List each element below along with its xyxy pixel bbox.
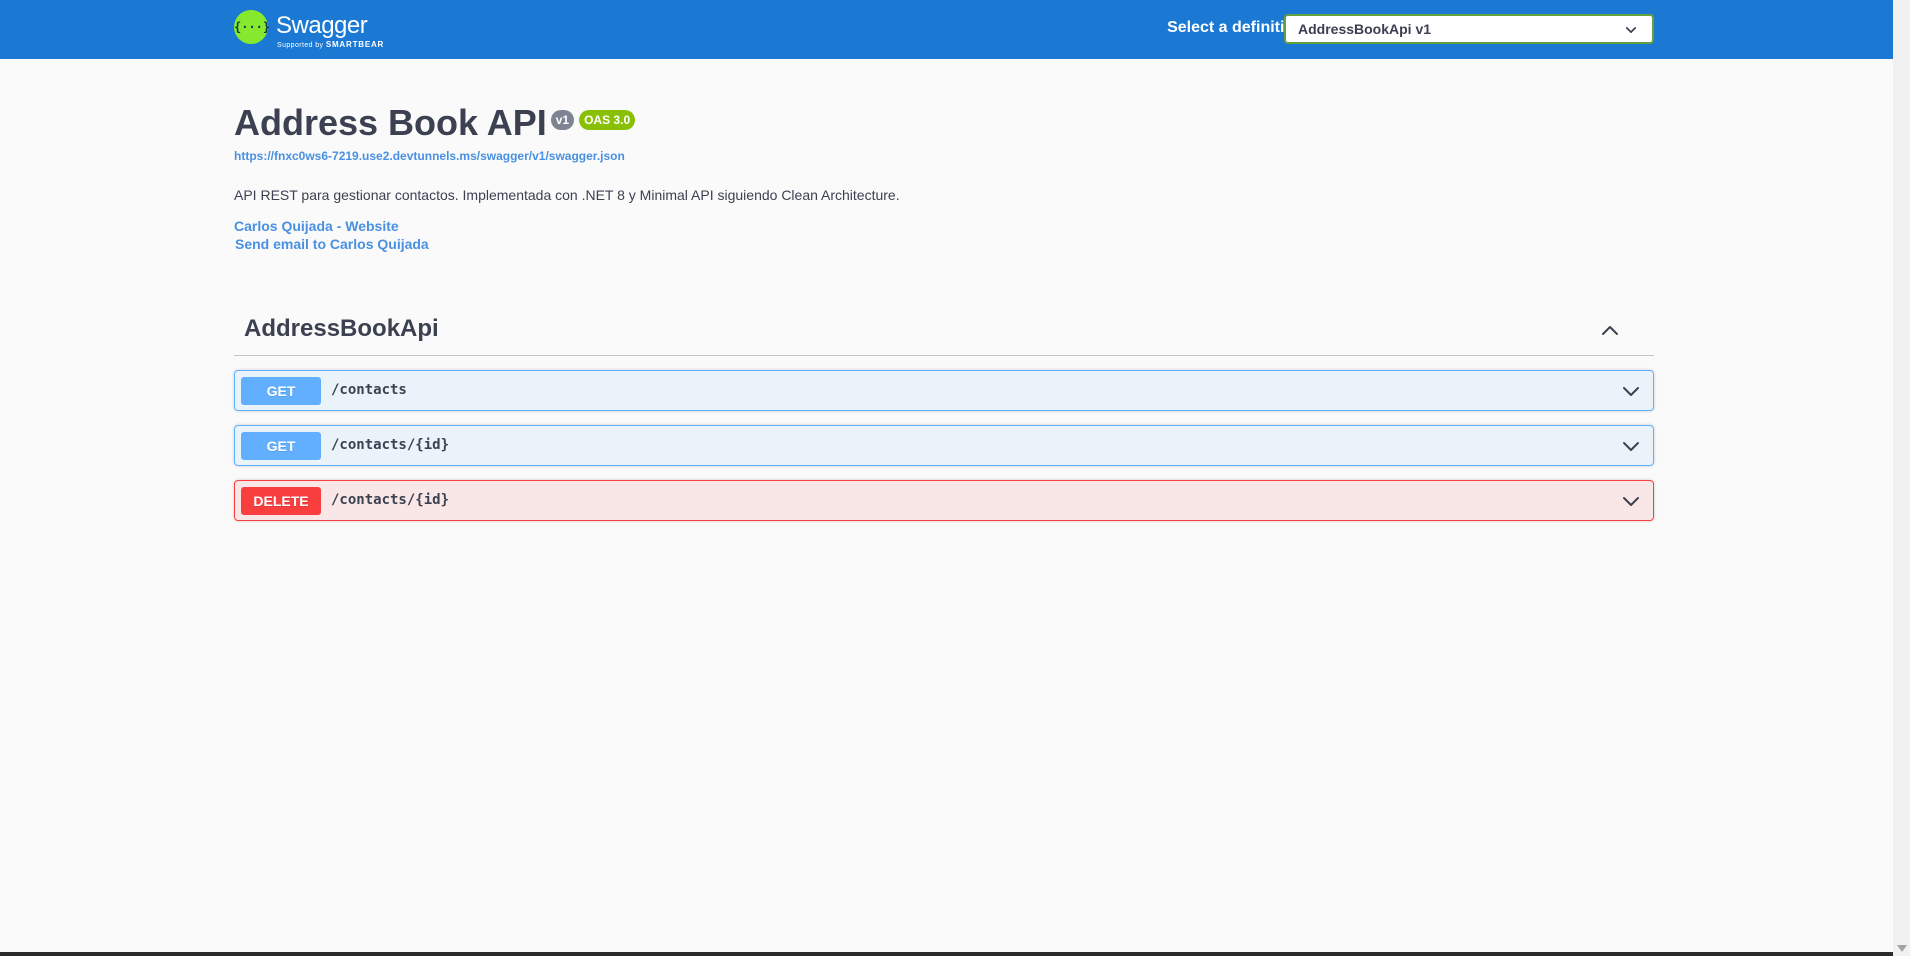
operation-path: /contacts [331,382,407,398]
tag-title: AddressBookApi [244,315,439,342]
api-info: Address Book API v1 OAS 3.0 https://fnxc… [234,100,1654,252]
method-badge: GET [241,377,321,405]
scroll-down-arrow-icon[interactable] [1897,945,1907,952]
page-title: Address Book API [234,102,547,143]
topbar-inner: {···} Swagger Supported by SMARTBEAR Sel… [234,0,1654,59]
api-description: API REST para gestionar contactos. Imple… [234,187,900,203]
topbar: {···} Swagger Supported by SMARTBEAR Sel… [0,0,1893,59]
method-badge: GET [241,432,321,460]
logo-sub-prefix: Supported by [277,42,324,49]
oas-badge: OAS 3.0 [579,110,636,130]
swagger-logo[interactable]: {···} Swagger Supported by SMARTBEAR [234,8,384,52]
version-badge: v1 [550,110,575,130]
window-bottom-edge [0,952,1893,956]
logo-sub-brand: SMARTBEAR [325,40,385,49]
operation-path: /contacts/{id} [331,437,450,453]
operation-get-contact-by-id[interactable]: GET /contacts/{id} [234,425,1654,466]
title-row: Address Book API v1 OAS 3.0 [234,100,1654,145]
chevron-down-icon[interactable] [1621,381,1641,401]
method-badge: DELETE [241,487,321,515]
definition-select-value: AddressBookApi v1 [1298,21,1432,37]
chevron-down-icon[interactable] [1621,436,1641,456]
spec-url-link[interactable]: https://fnxc0ws6-7219.use2.devtunnels.ms… [234,149,1654,163]
operation-path: /contacts/{id} [331,492,450,508]
tag-header[interactable]: AddressBookApi [234,309,1654,356]
logo-subtitle: Supported by SMARTBEAR [277,40,384,49]
contact-email-link[interactable]: Send email to Carlos Quijada [234,236,1654,252]
operation-get-contacts[interactable]: GET /contacts [234,370,1654,411]
swagger-logo-icon: {···} [234,10,270,44]
vertical-scrollbar[interactable] [1893,0,1910,956]
operation-delete-contact[interactable]: DELETE /contacts/{id} [234,480,1654,521]
chevron-up-icon[interactable] [1600,321,1620,341]
operations-tag-section: AddressBookApi GET /contacts GET /contac… [234,309,1654,521]
definition-select[interactable]: AddressBookApi v1 [1284,14,1654,44]
chevron-down-icon[interactable] [1621,491,1641,511]
logo-name: Swagger [276,12,368,39]
contact-website-link[interactable]: Carlos Quijada - Website [234,218,1654,234]
chevron-down-icon [1625,27,1637,33]
